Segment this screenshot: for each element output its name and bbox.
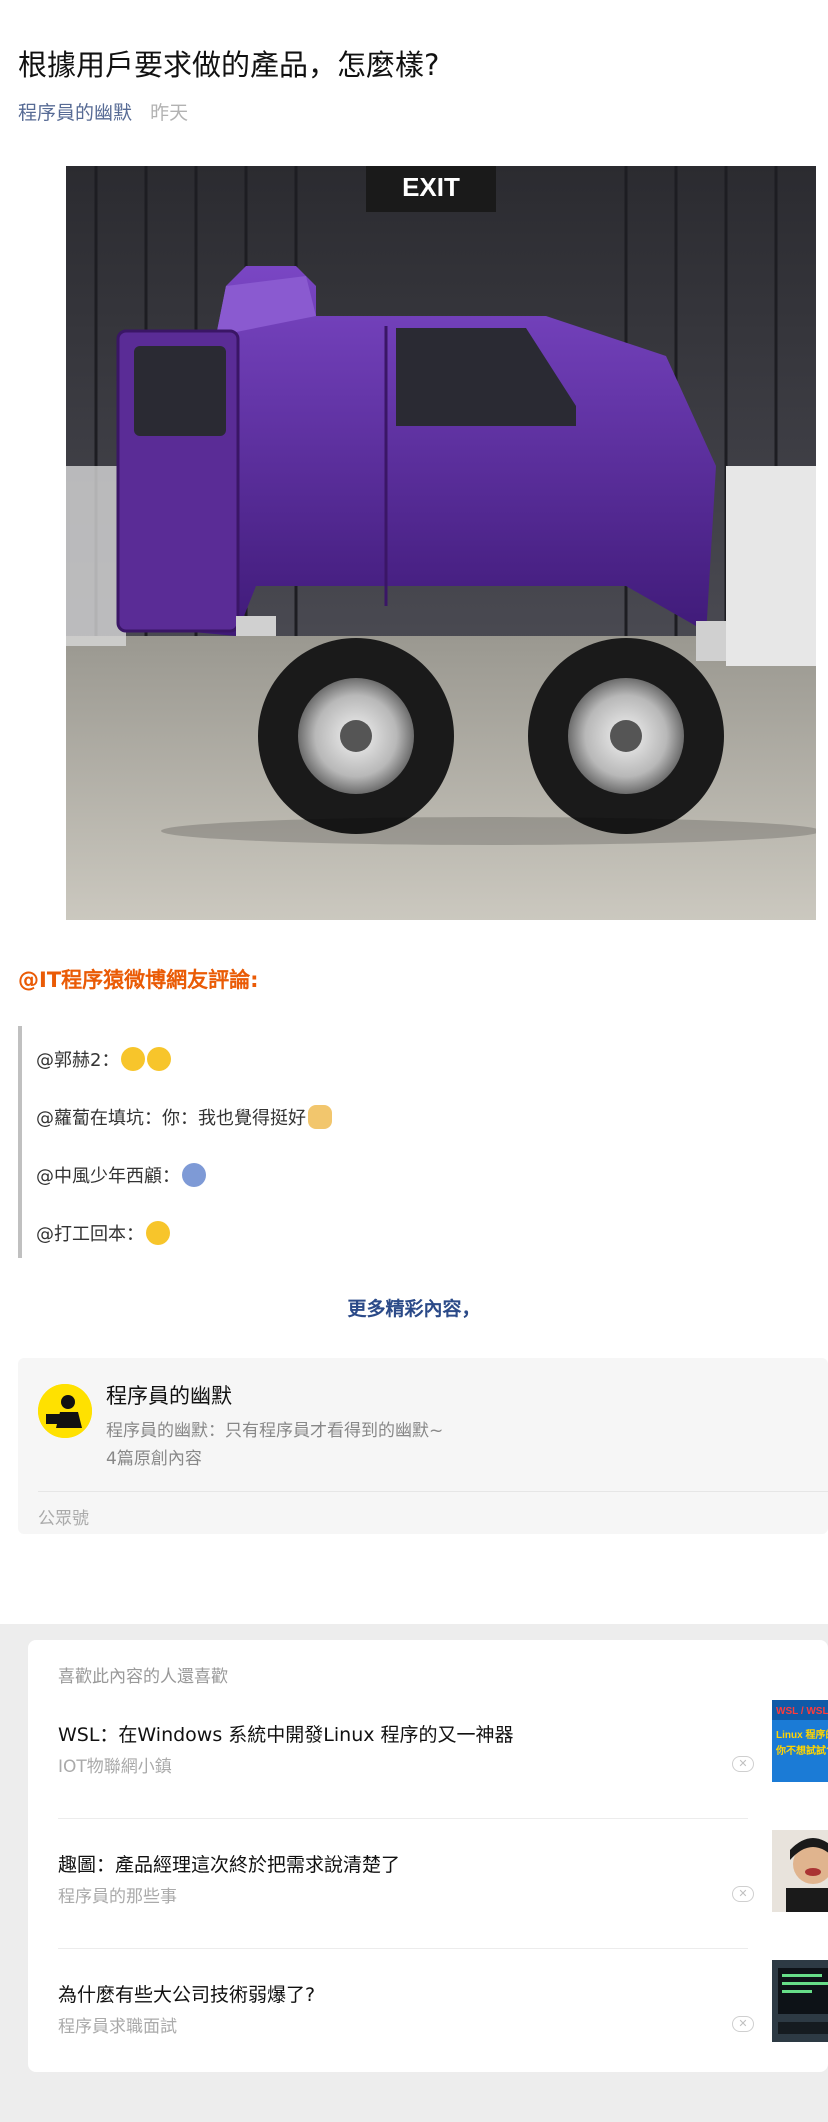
purple-truck-photo: EXIT: [66, 166, 816, 920]
comment-line: @中風少年西顧：: [36, 1162, 206, 1188]
author-link[interactable]: 程序員的幽默: [18, 102, 132, 124]
comment-text: @打工回本：: [36, 1224, 144, 1245]
account-description: 程序員的幽默：只有程序員才看得到的幽默~: [106, 1421, 444, 1441]
account-profile-card[interactable]: 程序員的幽默 程序員的幽默：只有程序員才看得到的幽默~ 4篇原創內容 公眾號: [18, 1358, 828, 1534]
dog-face-icon: [308, 1105, 332, 1129]
recommendation-source: IOT物聯網小鎮: [58, 1757, 172, 1777]
recommendation-title[interactable]: 為什麼有些大公司技術弱爆了?: [58, 1980, 315, 2007]
recommendation-item[interactable]: 趣圖：產品經理這次終於把需求說清楚了 程序員的那些事 ✕: [58, 1830, 828, 1980]
exit-sign-text: EXIT: [402, 172, 460, 202]
comment-line: @郭赫2：: [36, 1046, 172, 1072]
recommendation-thumbnail[interactable]: [772, 1960, 828, 2042]
comments-heading: @IT程序猿微博網友評論:: [18, 968, 259, 992]
svg-text:你不想試試?: 你不想試試?: [775, 1744, 828, 1757]
dismiss-icon[interactable]: ✕: [732, 1756, 754, 1772]
laughing-tears-icon: [121, 1047, 146, 1071]
comment-text: @郭赫2：: [36, 1050, 120, 1071]
dismiss-icon[interactable]: ✕: [732, 1886, 754, 1902]
article-meta: 程序員的幽默 昨天: [18, 98, 188, 125]
recommendations-panel: 喜歡此內容的人還喜歡 WSL：在Windows 系統中開發Linux 程序的又一…: [28, 1640, 828, 2072]
svg-text:Linux 程序的又: Linux 程序的又: [776, 1728, 828, 1741]
scared-face-icon: [182, 1163, 206, 1187]
recommendation-thumbnail[interactable]: WSL / WSL2 Linux 程序的又 你不想試試?: [772, 1700, 828, 1782]
recommendation-item[interactable]: 為什麼有些大公司技術弱爆了? 程序員求職面試 ✕: [58, 1960, 828, 2110]
svg-text:WSL / WSL2: WSL / WSL2: [776, 1706, 828, 1717]
recommendation-title[interactable]: WSL：在Windows 系統中開發Linux 程序的又一神器: [58, 1720, 514, 1747]
comments-quote-block: @郭赫2： @蘿蔔在填坑：你：我也覺得挺好 @中風少年西顧： @打工回本：: [18, 1026, 828, 1258]
comment-text: @中風少年西顧：: [36, 1166, 180, 1187]
article-image[interactable]: EXIT: [66, 166, 816, 920]
more-content-link[interactable]: 更多精彩內容，: [0, 1294, 828, 1321]
recommendation-title[interactable]: 趣圖：產品經理這次終於把需求說清楚了: [58, 1850, 400, 1877]
article-count: 4篇原創內容: [106, 1449, 202, 1469]
comment-text: @蘿蔔在填坑：你：我也覺得挺好: [36, 1108, 306, 1129]
item-divider: [58, 1948, 748, 1949]
item-divider: [58, 1818, 748, 1819]
account-type-label: 公眾號: [38, 1509, 89, 1529]
dismiss-icon[interactable]: ✕: [732, 2016, 754, 2032]
comment-line: @打工回本：: [36, 1220, 170, 1246]
card-divider: [38, 1491, 828, 1492]
publish-date: 昨天: [150, 102, 189, 124]
recommendations-heading: 喜歡此內容的人還喜歡: [58, 1667, 228, 1687]
laughing-tears-icon: [147, 1047, 172, 1071]
recommendation-source: 程序員的那些事: [58, 1887, 177, 1907]
laughing-face-icon: [146, 1221, 170, 1245]
comment-line: @蘿蔔在填坑：你：我也覺得挺好: [36, 1104, 332, 1130]
account-avatar: [38, 1384, 92, 1438]
article-title: 根據用戶要求做的產品，怎麼樣?: [18, 48, 440, 82]
recommendation-item[interactable]: WSL：在Windows 系統中開發Linux 程序的又一神器 IOT物聯網小鎮…: [58, 1700, 828, 1850]
recommendation-thumbnail[interactable]: [772, 1830, 828, 1912]
recommendation-source: 程序員求職面試: [58, 2017, 177, 2037]
account-name: 程序員的幽默: [106, 1384, 232, 1408]
